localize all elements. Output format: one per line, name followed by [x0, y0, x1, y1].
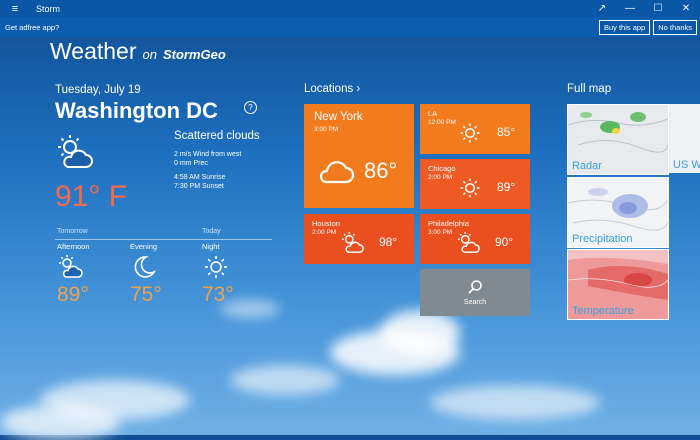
precip-text: 0 mm Prec: [174, 160, 208, 167]
location-tile-philadelphia[interactable]: Philadelphia 3:00 PM 90°: [420, 214, 530, 264]
map-label-precipitation: Precipitation: [572, 233, 633, 245]
forecast-temp-evening: 75°: [130, 283, 162, 306]
app-title-text: Weather: [50, 38, 137, 64]
no-thanks-button[interactable]: No thanks: [653, 19, 697, 35]
partly-cloudy-icon: [341, 231, 364, 253]
tile-name: Houston: [312, 219, 340, 228]
maximize-icon[interactable]: ☐: [644, 3, 672, 14]
sunset-text: 7:30 PM Sunset: [174, 183, 224, 190]
forecast-label-night: Night: [202, 242, 220, 251]
location-tile-la[interactable]: LA 12:00 PM 85°: [420, 104, 530, 154]
partly-cloudy-icon: [457, 231, 480, 253]
help-icon[interactable]: ?: [244, 101, 257, 114]
today-label: Today: [202, 228, 221, 235]
current-date: Tuesday, July 19: [55, 84, 141, 96]
current-temp: 91° F: [55, 180, 128, 213]
tile-name: Chicago: [428, 164, 456, 173]
tile-time: 2:00 PM: [428, 174, 453, 181]
tile-temp: 85°: [497, 125, 516, 139]
tile-name: New York: [314, 111, 363, 123]
brand-logo: StormGeo: [162, 47, 226, 62]
tile-temp: 89°: [497, 180, 516, 194]
map-tile-us-weather[interactable]: US W: [669, 104, 700, 173]
search-tile[interactable]: Search: [420, 269, 530, 316]
location-tile-chicago[interactable]: Chicago 2:00 PM 89°: [420, 159, 530, 209]
tomorrow-label: Tomorrow: [57, 228, 88, 235]
wind-text: 2 m/s Wind from west: [174, 151, 242, 158]
forecast-label-afternoon: Afternoon: [57, 242, 90, 251]
tile-temp: 90°: [495, 235, 514, 249]
close-icon[interactable]: ✕: [672, 3, 700, 14]
ad-text: Get adfree app?: [5, 22, 60, 32]
full-map-heading: Full map: [567, 83, 612, 95]
sun-icon: [460, 178, 480, 198]
ad-bar: Get adfree app? Buy this app No thanks: [0, 17, 700, 37]
location-tile-new-york[interactable]: New York 3:00 PM 86°: [304, 104, 414, 208]
map-label-us-weather: US W: [673, 159, 700, 171]
location-tile-houston[interactable]: Houston 2:00 PM 98°: [304, 214, 414, 264]
tile-time: 3:00 PM: [314, 126, 339, 133]
tile-name: LA: [428, 109, 438, 118]
tile-time: 2:00 PM: [312, 229, 337, 236]
buy-app-button[interactable]: Buy this app: [598, 19, 651, 35]
locations-link[interactable]: Locations ›: [304, 83, 360, 95]
partly-cloudy-icon: [58, 135, 93, 168]
sun-icon: [205, 256, 227, 278]
app-title: Weather on StormGeo: [50, 38, 226, 65]
partly-cloudy-icon: [59, 255, 83, 278]
forecast-divider: [55, 239, 272, 240]
app-title-on: on: [142, 47, 157, 62]
title-bar: ≡ Storm ↗ — ☐ ✕: [0, 0, 700, 17]
moon-icon: [134, 256, 157, 278]
window-title: Storm: [36, 3, 61, 14]
map-tile-radar[interactable]: Radar: [567, 104, 669, 175]
map-tile-temperature[interactable]: Temperature: [567, 249, 669, 320]
city-name[interactable]: Washington DC: [55, 98, 218, 124]
map-tile-precipitation[interactable]: Precipitation: [567, 177, 669, 248]
tile-temp: 86°: [364, 158, 398, 183]
tile-name: Philadelphia: [428, 219, 469, 228]
minimize-icon[interactable]: —: [616, 3, 644, 14]
hamburger-icon[interactable]: ≡: [0, 3, 30, 15]
expand-icon[interactable]: ↗: [588, 3, 616, 14]
search-label: Search: [463, 299, 487, 306]
search-icon: [468, 280, 482, 294]
cloud-icon: [319, 161, 355, 184]
forecast-temp-night: 73°: [202, 283, 234, 306]
forecast-temp-afternoon: 89°: [57, 283, 89, 306]
forecast-label-evening: Evening: [130, 242, 158, 251]
sun-icon: [460, 123, 480, 143]
sunrise-text: 4:58 AM Sunrise: [174, 174, 226, 181]
tile-time: 3:00 PM: [428, 229, 453, 236]
map-label-radar: Radar: [572, 160, 602, 172]
condition-text: Scattered clouds: [174, 130, 260, 142]
tile-temp: 98°: [379, 235, 398, 249]
map-label-temperature: Temperature: [572, 305, 634, 317]
tile-time: 12:00 PM: [428, 119, 456, 126]
